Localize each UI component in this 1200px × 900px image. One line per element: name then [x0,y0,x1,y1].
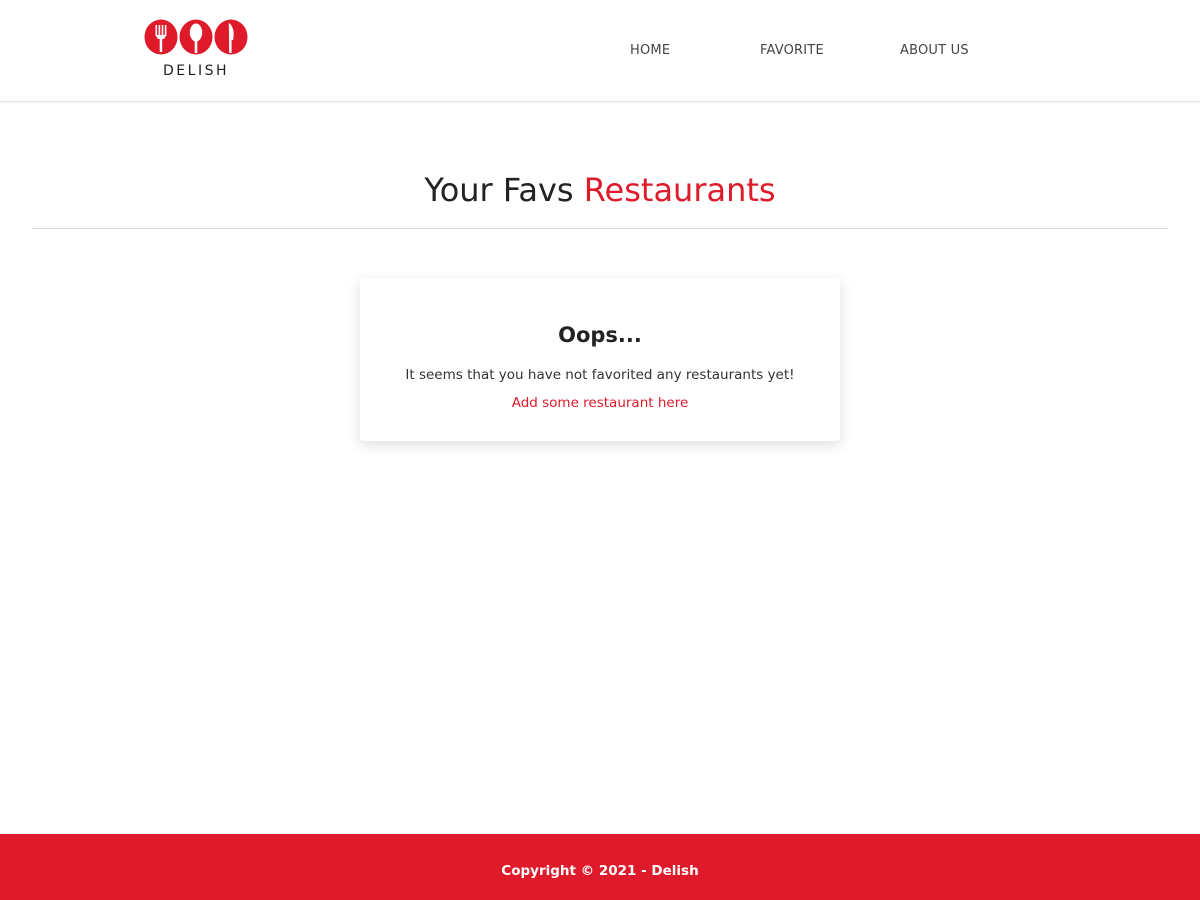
page-title-accent: Restaurants [583,171,776,209]
logo-text: DELISH [163,63,229,79]
page-title-prefix: Your Favs [424,171,574,209]
title-divider [32,228,1168,229]
empty-state-card: Oops... It seems that you have not favor… [360,278,840,441]
page: DELISH HOME FAVORITE ABOUT US Your Favs … [0,0,1200,900]
site-footer: Copyright © 2021 - Delish [0,834,1200,900]
add-restaurant-link[interactable]: Add some restaurant here [360,393,840,413]
empty-state-title: Oops... [558,323,642,347]
nav-favorite-link[interactable]: FAVORITE [760,40,824,62]
main-nav: HOME FAVORITE ABOUT US [0,40,1200,62]
footer-copyright: Copyright © 2021 - Delish [501,863,699,879]
empty-state-message: It seems that you have not favorited any… [405,367,795,383]
nav-about-link[interactable]: ABOUT US [900,40,969,62]
nav-home-link[interactable]: HOME [630,40,670,62]
page-title: Your Favs Restaurants [0,166,1200,214]
site-header: DELISH HOME FAVORITE ABOUT US [0,0,1200,102]
